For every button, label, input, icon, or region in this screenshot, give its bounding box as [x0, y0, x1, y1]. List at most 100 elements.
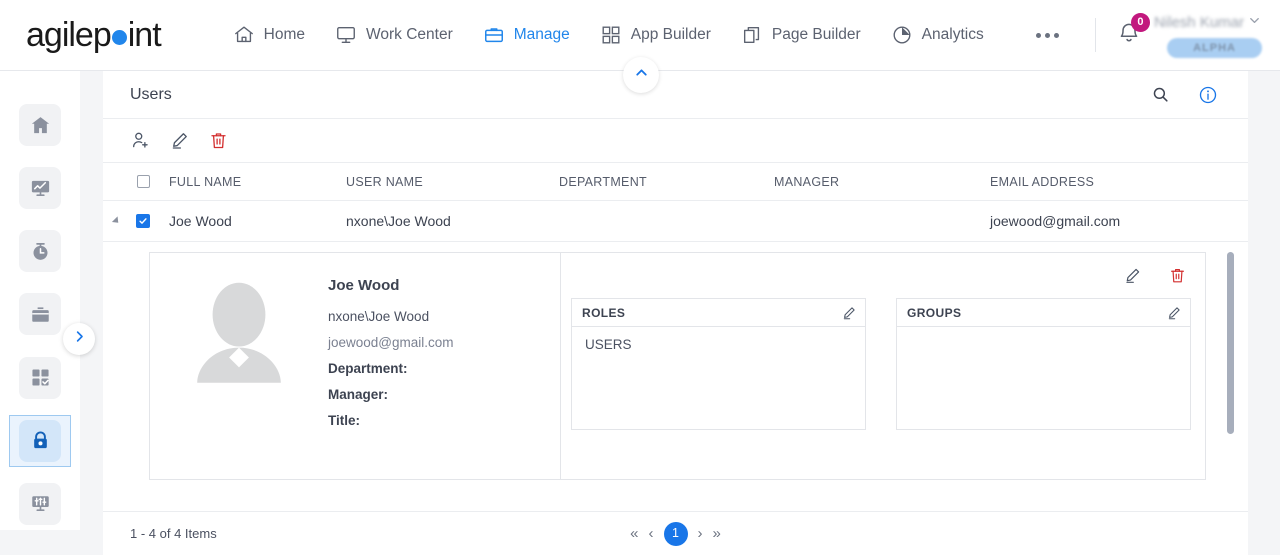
delete-user-button[interactable] [208, 130, 229, 151]
panel-header-actions [1151, 85, 1218, 105]
nav-item-manage-label: Manage [513, 26, 570, 43]
pagination-first[interactable]: « [630, 526, 638, 541]
edit-roles-button[interactable] [841, 305, 857, 321]
add-user-button[interactable] [130, 130, 151, 151]
page-body: Users FULL NAME USER NAME DEPARTMENT MAN… [0, 71, 1280, 555]
profile-info: Joe Wood nxone\Joe Wood joewood@gmail.co… [314, 269, 454, 479]
pagination: « ‹ 1 › » [103, 521, 1248, 546]
panel-footer: 1 - 4 of 4 Items « ‹ 1 › » [103, 511, 1248, 555]
users-toolbar [103, 119, 1248, 163]
users-panel: Users FULL NAME USER NAME DEPARTMENT MAN… [103, 71, 1248, 555]
pagination-next[interactable]: › [698, 526, 703, 541]
info-icon[interactable] [1198, 85, 1218, 105]
cell-full-name: Joe Wood [169, 213, 232, 229]
roles-groups-columns: ROLES USERS GROUPS [571, 298, 1193, 430]
nav-divider [1094, 18, 1096, 52]
nav-collapse-button[interactable] [623, 57, 659, 93]
row-expand-cell [103, 216, 130, 226]
column-header-full-name[interactable]: FULL NAME [156, 175, 346, 189]
table-header-row: FULL NAME USER NAME DEPARTMENT MANAGER E… [103, 163, 1248, 201]
pagination-prev[interactable]: ‹ [649, 526, 654, 541]
bell-icon [1116, 23, 1142, 50]
logo-dot [111, 29, 127, 45]
nav-item-app-builder-label: App Builder [630, 26, 711, 43]
briefcase-icon [483, 24, 505, 46]
environment-badge: ALPHA [1167, 37, 1262, 58]
rail-item-access-control[interactable] [9, 414, 71, 467]
roles-list: USERS [572, 327, 865, 352]
delete-detail-button[interactable] [1168, 266, 1187, 285]
profile-pane: Joe Wood nxone\Joe Wood joewood@gmail.co… [150, 253, 561, 479]
chevron-down-icon [1247, 13, 1262, 33]
table-row[interactable]: Joe Wood nxone\Joe Wood joewood@gmail.co… [103, 201, 1248, 242]
user-avatar-placeholder [164, 269, 314, 479]
detail-actions [571, 263, 1193, 287]
search-icon[interactable] [1151, 85, 1170, 104]
detail-department-label: Department: [328, 361, 408, 376]
pages-icon [741, 24, 763, 46]
detail-scrollbar-thumb[interactable] [1227, 252, 1234, 434]
lock-icon [19, 419, 61, 462]
nav-item-page-builder-label: Page Builder [771, 26, 861, 43]
groups-header-label: GROUPS [907, 305, 962, 320]
pagination-page-1[interactable]: 1 [663, 521, 688, 546]
detail-name: Joe Wood [328, 277, 400, 294]
groups-panel: GROUPS [896, 298, 1191, 430]
column-header-email-address[interactable]: EMAIL ADDRESS [990, 175, 1248, 189]
nav-item-manage[interactable]: Manage [481, 20, 572, 50]
rail-item-settings[interactable] [9, 478, 71, 530]
roles-panel-header: ROLES [572, 299, 865, 327]
detail-scrollbar-track[interactable] [1227, 244, 1234, 484]
more-icon[interactable] [1035, 32, 1059, 38]
roles-panel: ROLES USERS [571, 298, 866, 430]
home-icon [19, 104, 61, 147]
rail-item-work[interactable] [9, 288, 71, 340]
edit-detail-button[interactable] [1123, 266, 1142, 285]
nav-item-analytics-label: Analytics [921, 26, 984, 43]
roles-groups-pane: ROLES USERS GROUPS [561, 253, 1205, 479]
page-title: Users [130, 85, 172, 103]
column-header-user-name[interactable]: USER NAME [346, 175, 559, 189]
rail-expand-button[interactable] [63, 323, 95, 355]
cell-email-address: joewood@gmail.com [990, 213, 1121, 229]
monitor-icon [335, 24, 357, 46]
nav-item-app-builder[interactable]: App Builder [598, 20, 713, 50]
nav-right-cluster: 0 Nilesh Kumar ALPHA [1089, 12, 1262, 58]
nav-item-home-label: Home [263, 26, 306, 43]
nav-item-page-builder[interactable]: Page Builder [739, 20, 863, 50]
column-header-manager[interactable]: MANAGER [774, 175, 990, 189]
list-item[interactable]: USERS [585, 337, 865, 352]
panel-header: Users [103, 71, 1248, 119]
rail-item-home[interactable] [9, 99, 71, 151]
rail-item-time[interactable] [9, 225, 71, 277]
edit-user-button[interactable] [169, 130, 190, 151]
user-menu: Nilesh Kumar ALPHA [1154, 13, 1262, 58]
nav-item-analytics[interactable]: Analytics [889, 20, 986, 50]
user-menu-trigger[interactable]: Nilesh Kumar [1154, 13, 1262, 33]
select-all-checkbox[interactable] [136, 175, 150, 188]
edit-groups-button[interactable] [1166, 305, 1182, 321]
nav-item-work-center[interactable]: Work Center [333, 20, 455, 50]
rail-item-analytics[interactable] [9, 162, 71, 214]
user-detail-card: Joe Wood nxone\Joe Wood joewood@gmail.co… [149, 252, 1206, 480]
detail-email: joewood@gmail.com [328, 335, 454, 350]
pagination-last[interactable]: » [713, 526, 721, 541]
column-header-department[interactable]: DEPARTMENT [559, 175, 774, 189]
select-all-cell [130, 175, 156, 188]
user-name-label: Nilesh Kumar [1153, 14, 1244, 31]
user-detail-area: Joe Wood nxone\Joe Wood joewood@gmail.co… [103, 242, 1248, 489]
items-count-label: 1 - 4 of 4 Items [130, 526, 217, 541]
row-expand-toggle-icon[interactable] [111, 216, 122, 226]
logo-text-part1: agilep [26, 15, 112, 54]
agilepoint-logo[interactable]: agilep int [26, 15, 162, 55]
rail-item-apps[interactable] [9, 352, 71, 404]
row-select-checkbox[interactable] [136, 214, 150, 228]
stopwatch-icon [19, 230, 61, 273]
detail-user-name: nxone\Joe Wood [328, 309, 430, 324]
nav-item-home[interactable]: Home [231, 20, 307, 50]
grid-icon [600, 24, 622, 46]
row-select-cell [130, 214, 156, 228]
notifications-button[interactable]: 0 [1116, 12, 1150, 51]
detail-manager-label: Manager: [328, 387, 389, 402]
grid-check-icon [19, 356, 61, 399]
